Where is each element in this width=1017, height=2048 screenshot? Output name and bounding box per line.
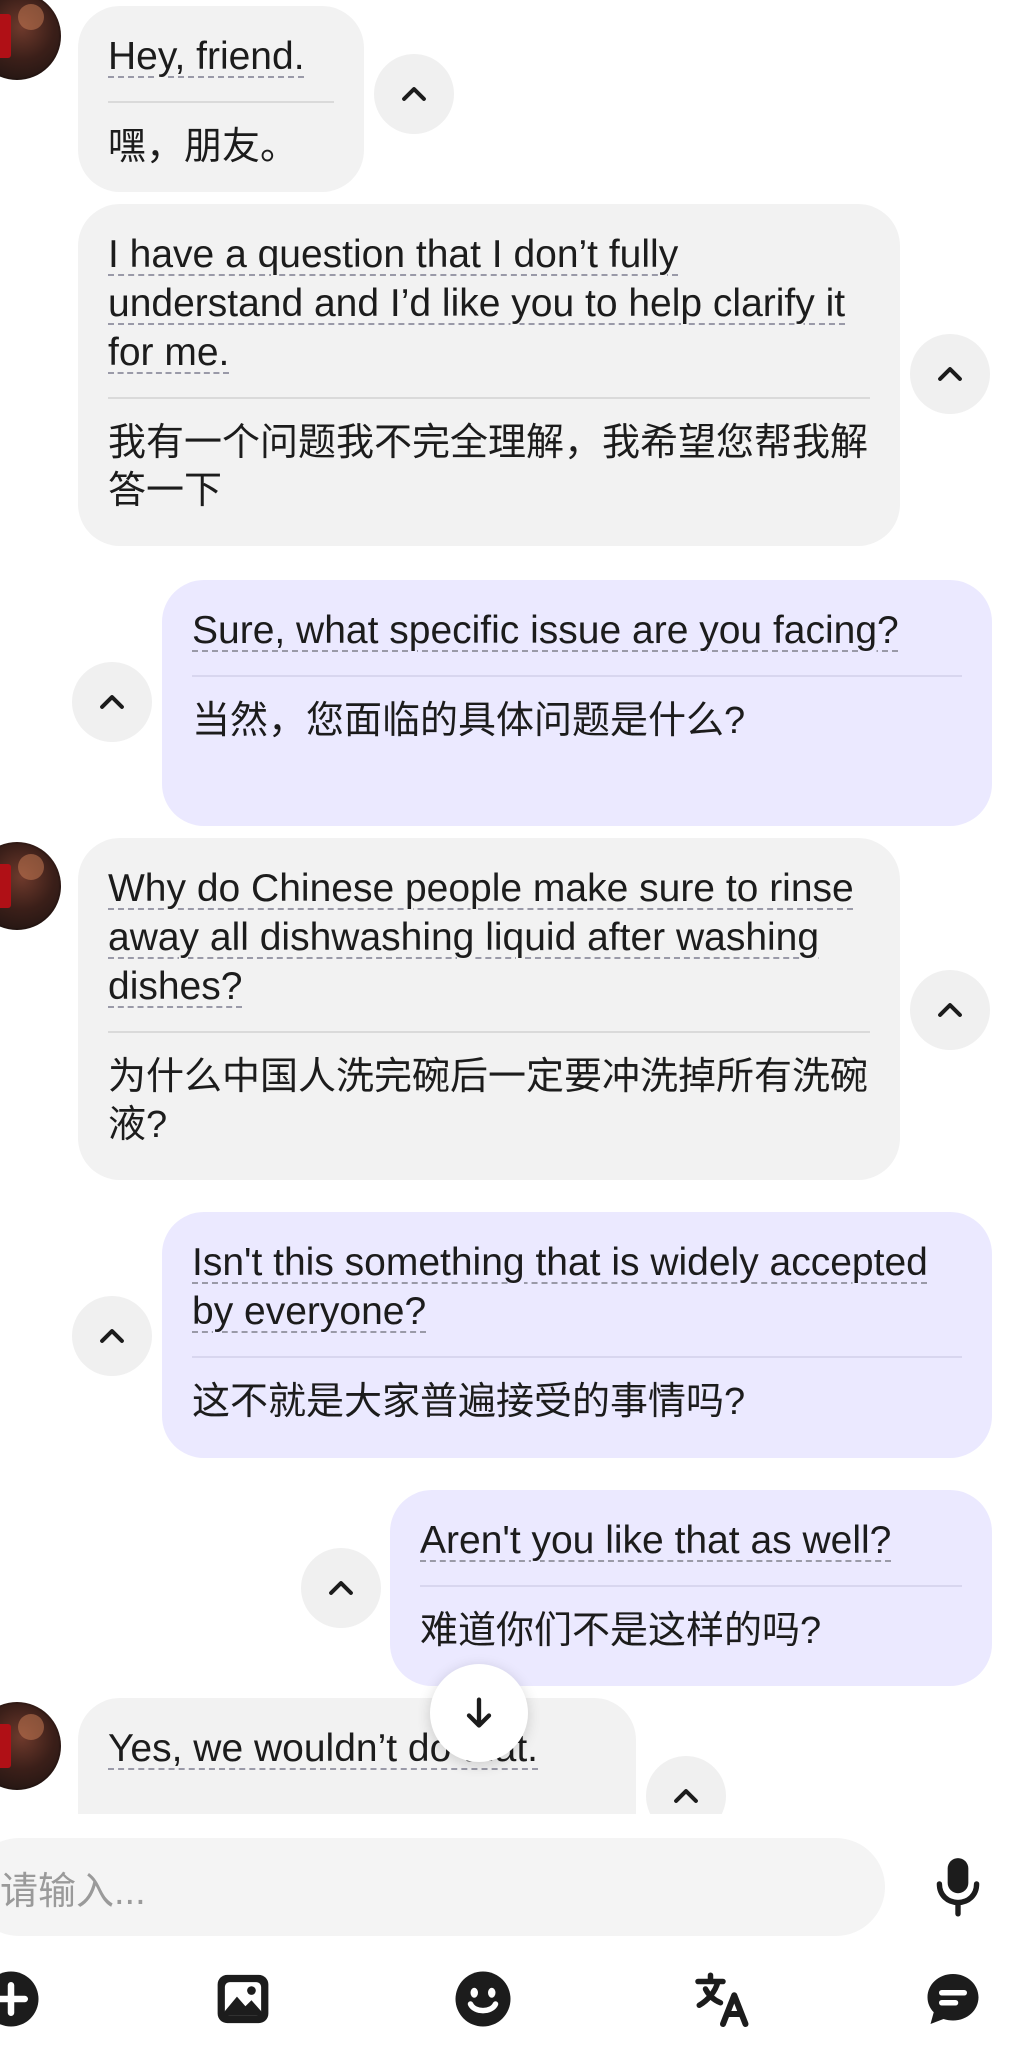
message-text-english[interactable]: Yes, we wouldn’t do that.	[108, 1724, 606, 1773]
message-text-english[interactable]: Aren't you like that as well?	[420, 1516, 962, 1565]
translate-icon	[695, 1972, 749, 2027]
collapse-translation-button[interactable]	[301, 1548, 381, 1628]
collapse-translation-button[interactable]	[646, 1756, 726, 1814]
scroll-to-bottom-button[interactable]	[430, 1664, 528, 1762]
collapse-translation-button[interactable]	[374, 54, 454, 134]
smiley-icon	[455, 1971, 511, 2027]
message-bubble-outgoing[interactable]: Isn't this something that is widely acce…	[162, 1212, 992, 1458]
message-bubble-incoming[interactable]: Why do Chinese people make sure to rinse…	[78, 838, 900, 1180]
plus-circle-icon	[0, 1971, 39, 2027]
chevron-up-icon	[674, 1789, 698, 1803]
message-text-english[interactable]: Hey, friend.	[108, 32, 334, 81]
image-picker-button[interactable]	[208, 1964, 278, 2034]
message-list[interactable]: Hey, friend. 嘿，朋友。 I have a question tha…	[0, 0, 1017, 1814]
message-text-english[interactable]: I have a question that I don’t fully und…	[108, 230, 870, 377]
message-input[interactable]: 请输入...	[0, 1838, 885, 1936]
contact-avatar[interactable]	[0, 1702, 61, 1790]
quick-reply-button[interactable]	[918, 1964, 988, 2034]
message-bubble-outgoing[interactable]: Sure, what specific issue are you facing…	[162, 580, 992, 826]
collapse-translation-button[interactable]	[72, 662, 152, 742]
message-bubble-incoming[interactable]: Yes, we wouldn’t do that.	[78, 1698, 636, 1814]
message-divider	[192, 1356, 962, 1358]
chevron-up-icon	[329, 1581, 353, 1595]
image-icon	[217, 1974, 269, 2024]
message-text-chinese[interactable]: 这不就是大家普遍接受的事情吗?	[192, 1378, 962, 1426]
chevron-up-icon	[938, 367, 962, 381]
message-text-chinese[interactable]: 难道你们不是这样的吗?	[420, 1607, 962, 1655]
message-bubble-outgoing[interactable]: Aren't you like that as well? 难道你们不是这样的吗…	[390, 1490, 992, 1686]
contact-avatar[interactable]	[0, 0, 61, 80]
chevron-up-icon	[402, 87, 426, 101]
chat-screen: Hey, friend. 嘿，朋友。 I have a question tha…	[0, 0, 1017, 2048]
message-divider	[420, 1585, 962, 1587]
chat-bubble-icon	[927, 1974, 979, 2024]
message-divider	[108, 1031, 870, 1033]
message-text-chinese[interactable]: 为什么中国人洗完碗后一定要冲洗掉所有洗碗液?	[108, 1053, 870, 1149]
chevron-up-icon	[100, 695, 124, 709]
message-text-chinese[interactable]: 嘿，朋友。	[108, 123, 334, 171]
microphone-icon	[936, 1858, 980, 1917]
message-text-chinese[interactable]: 我有一个问题我不完全理解，我希望您帮我解答一下	[108, 419, 870, 515]
chevron-up-icon	[100, 1329, 124, 1343]
collapse-translation-button[interactable]	[72, 1296, 152, 1376]
voice-input-button[interactable]	[920, 1842, 996, 1932]
emoji-picker-button[interactable]	[448, 1964, 518, 2034]
message-text-english[interactable]: Why do Chinese people make sure to rinse…	[108, 864, 870, 1011]
translate-button[interactable]	[688, 1964, 758, 2034]
message-input-placeholder: 请输入...	[0, 1870, 146, 1913]
message-divider	[108, 101, 334, 103]
message-text-english[interactable]: Isn't this something that is widely acce…	[192, 1238, 962, 1336]
add-attachment-button[interactable]	[0, 1964, 46, 2034]
collapse-translation-button[interactable]	[910, 970, 990, 1050]
message-divider	[108, 397, 870, 399]
message-bubble-incoming[interactable]: I have a question that I don’t fully und…	[78, 204, 900, 546]
collapse-translation-button[interactable]	[910, 334, 990, 414]
message-text-chinese[interactable]: 当然，您面临的具体问题是什么?	[192, 697, 962, 745]
message-text-english[interactable]: Sure, what specific issue are you facing…	[192, 606, 962, 655]
message-divider	[192, 675, 962, 677]
message-bubble-incoming[interactable]: Hey, friend. 嘿，朋友。	[78, 6, 364, 192]
contact-avatar[interactable]	[0, 842, 61, 930]
composer-bar: 请输入...	[0, 1814, 1017, 2048]
arrow-down-icon	[466, 1697, 492, 1728]
chevron-up-icon	[938, 1003, 962, 1017]
